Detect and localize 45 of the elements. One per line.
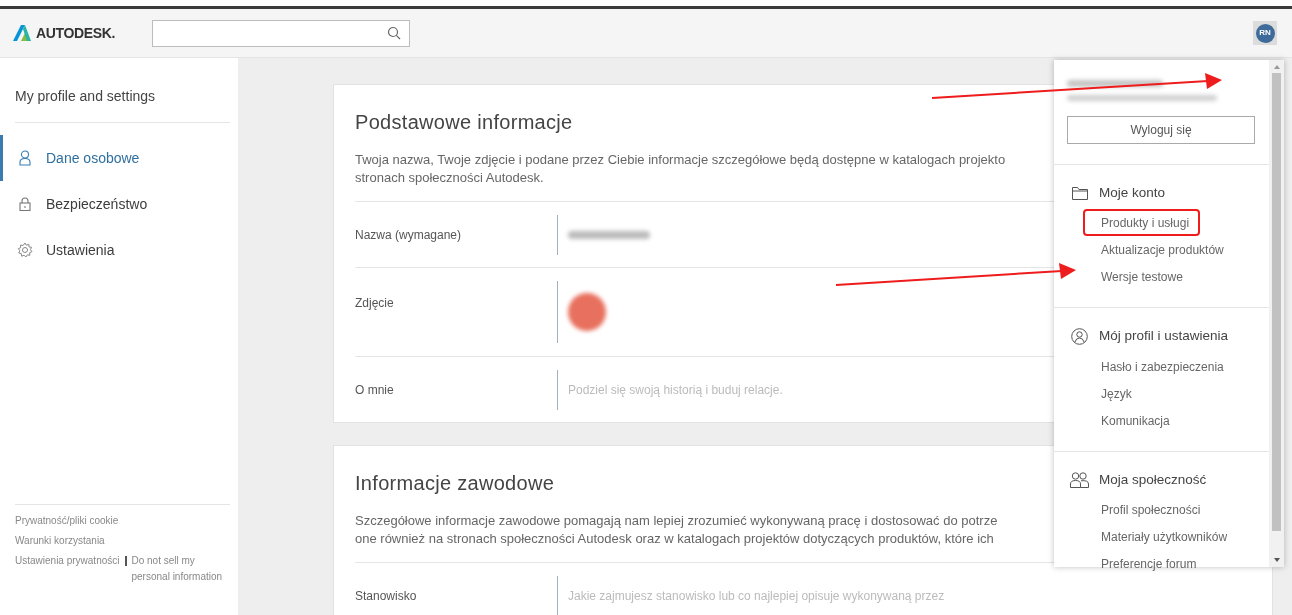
- logo-icon: [13, 25, 31, 41]
- menu-link[interactable]: Wersje testowe: [1083, 263, 1194, 291]
- card-description: Twoja nazwa, Twoje zdjęcie i podane przez Ciebie informacje szczegółowe będą dostępne w katalogach projekto stronach społeczności Autodesk.: [355, 151, 1007, 187]
- person-icon: [19, 150, 31, 166]
- lock-icon: [19, 197, 31, 211]
- footer-link[interactable]: Do not sell my personal information: [131, 553, 224, 585]
- footer-link[interactable]: Prywatność/pliki cookie: [15, 513, 119, 529]
- menu-link[interactable]: Produkty i usługi: [1083, 209, 1201, 237]
- menu-link[interactable]: Materiały użytkowników: [1083, 522, 1239, 550]
- people-icon: [1070, 471, 1089, 488]
- settings-icon: [17, 242, 33, 258]
- sidebar-item[interactable]: Dane osobowe: [0, 135, 230, 181]
- sidebar-title: My profile and settings: [15, 58, 230, 123]
- user-circle-icon: [1071, 327, 1088, 345]
- menu-section-heading: Mój profil i ustawienia: [1099, 327, 1229, 346]
- menu-link[interactable]: Język: [1083, 379, 1143, 407]
- card-description: Szczegółowe informacje zawodowe pomagają nam lepiej zrozumieć wykonywaną pracę i dostosować do potrze one również na stronach społeczności Autodesk oraz w katalogach projektów dotyczących produktów, które ich: [355, 512, 999, 548]
- sign-out-button[interactable]: Wyloguj się: [1067, 116, 1255, 144]
- menu-link[interactable]: Komunikacja: [1083, 406, 1181, 434]
- field-label: Nazwa (wymagane): [355, 226, 463, 244]
- logo-text: AUTODESK.: [36, 23, 116, 43]
- menu-link[interactable]: Profil społeczności: [1083, 495, 1212, 523]
- profile-photo[interactable]: [568, 293, 606, 331]
- menu-section-heading: Moja społeczność: [1099, 470, 1207, 489]
- card-title: Informacje zawodowe: [355, 471, 555, 496]
- user-avatar[interactable]: RN: [1255, 23, 1275, 43]
- menu-section-heading: Moje konto: [1099, 184, 1166, 202]
- scroll-up-icon[interactable]: [1273, 65, 1280, 69]
- sidebar-item[interactable]: Bezpieczeństwo: [0, 181, 230, 227]
- footer-link[interactable]: Ustawienia prywatności: [15, 553, 120, 569]
- scroll-down-icon[interactable]: [1273, 558, 1280, 562]
- field-label: Stanowisko: [355, 587, 418, 605]
- menu-link[interactable]: Preferencje forum: [1083, 549, 1208, 577]
- search-icon: [387, 26, 401, 40]
- field-label: O mnie: [355, 381, 395, 399]
- menu-link[interactable]: Aktualizacje produktów: [1083, 236, 1235, 264]
- footer-link[interactable]: Warunki korzystania: [15, 533, 105, 549]
- search-field[interactable]: [152, 19, 410, 47]
- folder-icon: [1071, 186, 1088, 200]
- scrollbar-thumb[interactable]: [1272, 73, 1281, 531]
- menu-link[interactable]: Hasło i zabezpieczenia: [1083, 352, 1235, 380]
- scrollbar[interactable]: [1269, 60, 1284, 567]
- sidebar-item[interactable]: Ustawienia: [0, 227, 230, 273]
- field-label: Zdjęcie: [355, 295, 395, 312]
- card-title: Podstawowe informacje: [355, 110, 573, 135]
